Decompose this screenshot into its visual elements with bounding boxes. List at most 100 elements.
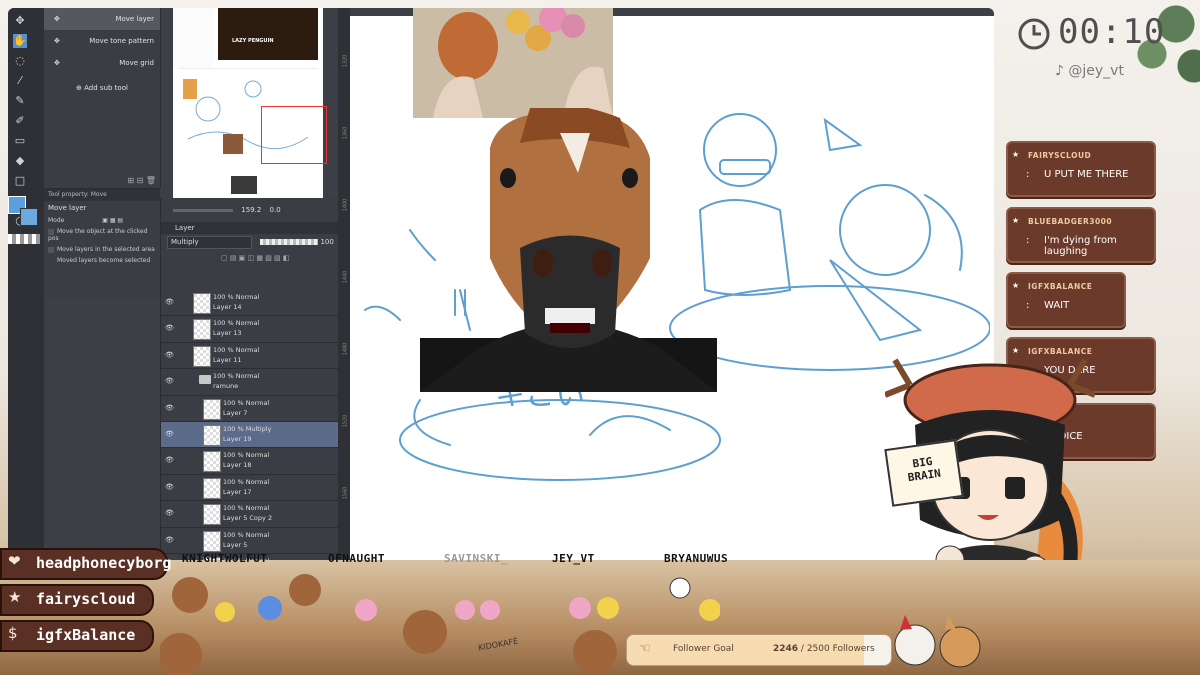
layer-row[interactable]: 👁 100 % Normal Layer 5 — [161, 528, 339, 554]
subtool-item[interactable]: ✥ Move layer — [44, 8, 160, 30]
option-label: Moved layers become selected — [57, 257, 151, 264]
tiktok-handle-text: @jey_vt — [1068, 63, 1124, 79]
eye-icon[interactable]: 👁 — [165, 456, 174, 464]
rotation-value[interactable]: 0.0 — [270, 206, 281, 214]
viewer-name: BRYANUWUS — [664, 552, 729, 565]
sketch-food — [413, 399, 451, 446]
event-row: ❤ headphonecyborg — [0, 548, 171, 580]
viewer-name: SAVINSKI_ — [444, 552, 509, 565]
hand-icon: ☜ — [639, 641, 651, 656]
folder-icon — [199, 375, 211, 385]
fill-tool-icon[interactable]: ◆ — [13, 154, 27, 168]
blend-mode-select[interactable]: Multiply — [167, 236, 252, 249]
navigator-viewport-frame[interactable] — [261, 106, 327, 164]
eye-icon[interactable]: 👁 — [165, 324, 174, 332]
layer-mode: 100 % Normal — [223, 504, 270, 513]
eye-icon[interactable]: 👁 — [165, 351, 174, 359]
follower-goal-label: Follower Goal — [673, 644, 734, 654]
follower-target: / 2500 Followers — [798, 644, 875, 654]
layer-row[interactable]: 👁 100 % Normal Layer 13 — [161, 316, 339, 343]
chat-text: WAIT — [1044, 300, 1070, 311]
tool-property-header: Tool property: Move — [44, 189, 160, 201]
eye-icon[interactable]: 👁 — [165, 430, 174, 438]
chat-separator: : — [1026, 169, 1030, 180]
subtool-panel-icons[interactable]: ⊞ ⊟ 🗑 — [127, 176, 156, 185]
lasso-tool-icon[interactable]: ◌ — [13, 54, 27, 68]
zoom-row: 159.2 0.0 — [161, 198, 347, 222]
zoom-value[interactable]: 159.2 — [241, 206, 261, 214]
ruler-tick: 1320 — [342, 54, 349, 68]
pen-tool-icon[interactable]: ✎ — [13, 94, 27, 108]
stream-timer: 00:10 — [1058, 12, 1166, 52]
option-row[interactable]: Move the object at the clicked pos — [44, 226, 160, 244]
layer-mode: 100 % Multiply — [223, 424, 272, 433]
layer-mode: 100 % Normal — [213, 345, 260, 354]
ruler-tick: 1400 — [342, 198, 349, 212]
layer-name: Layer 7 — [223, 408, 248, 417]
layer-name: Layer 13 — [213, 329, 242, 338]
add-subtool-label: Add sub tool — [84, 84, 128, 92]
subtool-label: Move layer — [115, 15, 154, 23]
move-icon: ✥ — [54, 59, 60, 67]
option-checkbox[interactable] — [48, 228, 54, 235]
zoom-slider[interactable] — [173, 208, 233, 212]
layer-mode: 100 % Normal — [213, 319, 260, 328]
layer-row[interactable]: 👁 100 % Normal Layer 14 — [161, 290, 339, 317]
navigator-preview: LAZY PENGUIN — [173, 8, 327, 198]
ruler-tick: 1360 — [342, 126, 349, 140]
layer-mode: 100 % Normal — [213, 372, 260, 381]
mode-buttons[interactable]: ▣ ▦ ▤ — [102, 217, 123, 224]
tiktok-handle: ♪ @jey_vt — [1055, 63, 1124, 79]
sketch-splash — [364, 305, 401, 321]
transparent-color-swatch[interactable] — [8, 234, 40, 244]
add-subtool-button[interactable]: ⊕ Add sub tool — [44, 84, 160, 92]
layer-name: Layer 14 — [213, 303, 242, 311]
sub-color-swatch[interactable] — [20, 208, 38, 226]
layer-name: Layer 5 Copy 2 — [223, 514, 273, 523]
subtool-item[interactable]: ✥ Move grid — [44, 52, 160, 74]
star-icon: ★ — [8, 588, 22, 606]
eyedropper-icon[interactable]: ⁄ — [13, 74, 27, 88]
hand-tool-icon[interactable]: ✋ — [13, 34, 27, 48]
layer-row[interactable]: 👁 100 % Normal Layer 11 — [161, 343, 339, 370]
eye-icon[interactable]: 👁 — [165, 298, 174, 306]
subtool-panel: ✥ Move layer ✥ Move tone pattern ✥ Move grid … — [44, 8, 161, 188]
layer-row[interactable]: 👁 100 % Normal Layer 17 — [161, 475, 339, 502]
layer-thumbnail — [203, 424, 221, 446]
layer-row[interactable]: 👁 100 % Normal Layer 18 — [161, 448, 339, 475]
layer-mode: 100 % Normal — [223, 477, 270, 486]
mode-label: Mode — [48, 217, 65, 224]
option-checkbox[interactable] — [48, 246, 54, 253]
layer-row[interactable]: 👁 100 % Normal ramune — [161, 369, 339, 396]
big-brain-sticker: BIG BRAIN — [884, 439, 964, 507]
ruler-tick: 1520 — [342, 414, 349, 428]
chat-separator: : — [1026, 235, 1030, 246]
opacity-value[interactable]: 100 — [320, 238, 333, 246]
eye-icon[interactable]: 👁 — [165, 404, 174, 412]
eye-icon[interactable]: 👁 — [165, 377, 174, 385]
layer-mode: 100 % Normal — [223, 530, 270, 539]
layer-row[interactable]: 👁 100 % Multiply Layer 19 — [161, 421, 339, 449]
layer-mode: 100 % Normal — [213, 293, 260, 301]
sketch-girl-head — [839, 184, 931, 276]
tool-palette: ✥ ✋ ◌ ⁄ ✎ ✐ ▭ ◆ □ A ○ — [8, 8, 44, 560]
tab-layer[interactable]: Layer — [161, 222, 347, 234]
layer-list: 👁 100 % Normal Layer 14 👁 100 % Normal Layer … — [161, 290, 339, 560]
eye-icon[interactable]: 👁 — [165, 509, 174, 517]
move-icon: ✥ — [54, 37, 60, 45]
move-tool-icon[interactable]: ✥ — [13, 14, 27, 28]
opacity-slider[interactable] — [260, 239, 319, 245]
notes-thumbnail — [173, 8, 213, 68]
eye-icon[interactable]: 👁 — [165, 536, 174, 544]
sketch-pizza-doodle — [823, 117, 863, 152]
layer-op-icons[interactable]: ▢ ▤ ▣ ◫ ▦ ▧ ▨ ◧ — [161, 254, 347, 268]
subtool-item[interactable]: ✥ Move tone pattern — [44, 30, 160, 52]
layer-row[interactable]: 👁 100 % Normal Layer 5 Copy 2 — [161, 501, 339, 528]
shape-tool-icon[interactable]: □ — [13, 174, 27, 188]
option-row[interactable]: Move layers in the selected area — [44, 244, 160, 255]
brush-tool-icon[interactable]: ✐ — [13, 114, 27, 128]
layer-row[interactable]: 👁 100 % Normal Layer 7 — [161, 396, 339, 422]
eraser-tool-icon[interactable]: ▭ — [13, 134, 27, 148]
eye-icon[interactable]: 👁 — [165, 483, 174, 491]
layer-mode: 100 % Normal — [223, 398, 270, 407]
